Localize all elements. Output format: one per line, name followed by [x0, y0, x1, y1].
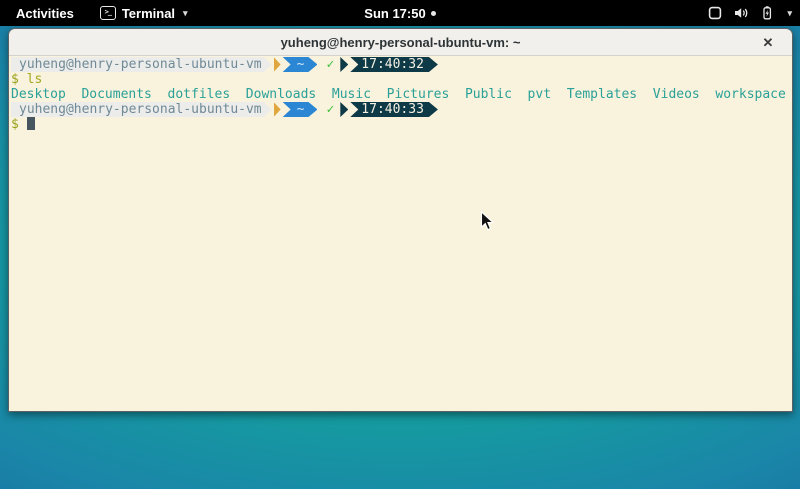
powerline-arrow-icon — [274, 102, 281, 117]
app-menu-terminal[interactable]: >_ Terminal ▾ — [100, 6, 188, 21]
typed-command: ls — [27, 72, 43, 87]
prompt-path-segment: ~ — [283, 102, 318, 117]
powerline-arrow-icon — [340, 102, 348, 117]
chevron-down-icon: ▾ — [183, 8, 188, 19]
prompt-userhost: yuheng@henry-personal-ubuntu-vm — [11, 102, 272, 117]
file-listing: Desktop Documents dotfiles Downloads Mus… — [11, 87, 792, 102]
current-input-line: $ — [11, 117, 792, 132]
prompt-timestamp: 17:40:33 — [350, 102, 438, 117]
prompt-symbol: $ — [11, 72, 19, 87]
prompt-path-segment: ~ — [283, 57, 318, 72]
notification-dot-icon — [431, 11, 436, 16]
close-button[interactable]: ✕ — [758, 29, 778, 56]
battery-charging-icon — [759, 5, 775, 21]
prompt-userhost: yuheng@henry-personal-ubuntu-vm — [11, 57, 272, 72]
close-icon: ✕ — [763, 35, 774, 51]
window-titlebar[interactable]: yuheng@henry-personal-ubuntu-vm: ~ ✕ — [9, 29, 792, 56]
app-menu-label: Terminal — [122, 6, 175, 21]
volume-icon — [733, 5, 749, 21]
prompt-timestamp: 17:40:32 — [350, 57, 438, 72]
check-icon: ✓ — [326, 102, 334, 117]
desktop-wallpaper: Activities >_ Terminal ▾ Sun 17:50 — [0, 0, 800, 489]
terminal-app-icon: >_ — [100, 6, 116, 20]
chevron-down-icon: ▾ — [787, 8, 792, 19]
check-icon: ✓ — [326, 57, 334, 72]
terminal-window: yuheng@henry-personal-ubuntu-vm: ~ ✕ yuh… — [8, 28, 793, 412]
powerline-arrow-icon — [274, 57, 281, 72]
prompt-line-2: yuheng@henry-personal-ubuntu-vm ~ ✓ 17:4… — [11, 102, 792, 117]
activities-button[interactable]: Activities — [10, 6, 80, 21]
terminal-cursor — [27, 117, 35, 130]
powerline-arrow-icon — [340, 57, 348, 72]
top-bar: Activities >_ Terminal ▾ Sun 17:50 — [0, 0, 800, 26]
mouse-pointer-icon — [480, 211, 497, 233]
terminal-content[interactable]: yuheng@henry-personal-ubuntu-vm ~ ✓ 17:4… — [9, 56, 792, 411]
command-line: $ ls — [11, 72, 792, 87]
window-title: yuheng@henry-personal-ubuntu-vm: ~ — [281, 35, 521, 50]
prompt-symbol: $ — [11, 117, 19, 132]
system-status-area[interactable]: ▾ — [707, 0, 792, 26]
prompt-line-1: yuheng@henry-personal-ubuntu-vm ~ ✓ 17:4… — [11, 57, 792, 72]
clock[interactable]: Sun 17:50 — [364, 6, 425, 21]
screen-icon — [707, 5, 723, 21]
